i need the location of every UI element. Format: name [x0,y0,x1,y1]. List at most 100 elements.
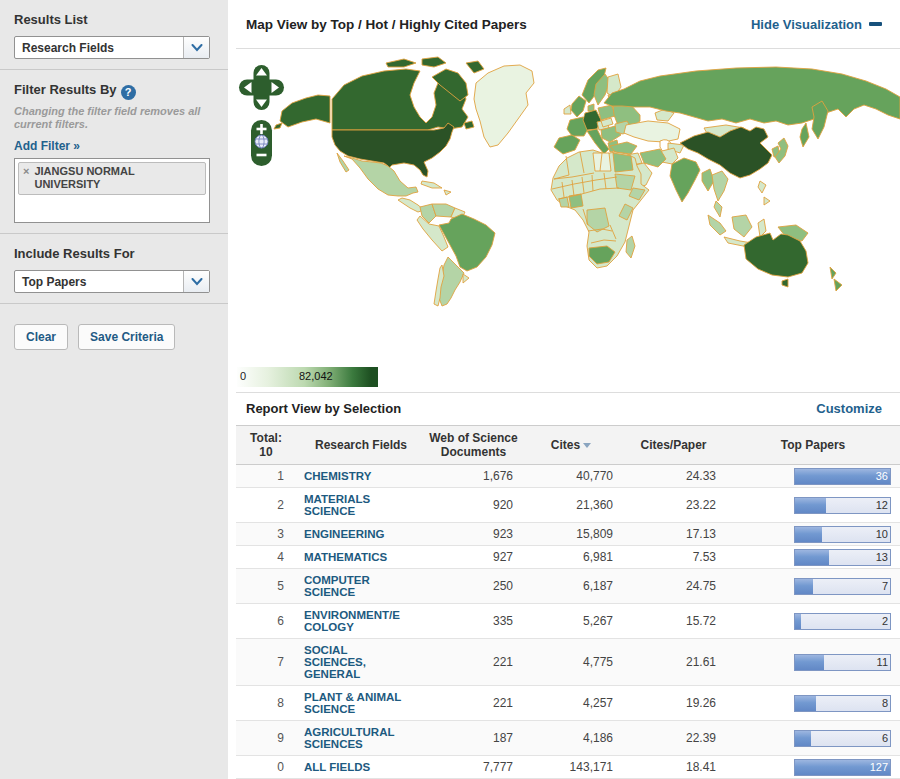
cites-cell: 40,770 [521,465,621,488]
field-link[interactable]: ENGINEERING [304,528,422,540]
hide-visualization-link[interactable]: Hide Visualization [751,17,882,32]
rank-cell: 7 [236,639,296,686]
field-link[interactable]: CHEMISTRY [304,470,422,482]
field-link[interactable]: MATERIALS SCIENCE [304,493,422,517]
remove-filter-icon[interactable]: × [23,165,29,191]
cites-per-paper-cell: 22.39 [621,721,726,756]
filter-tag-label: JIANGSU NORMAL UNIVERSITY [34,165,200,191]
rank-cell: 6 [236,604,296,639]
col-header-field[interactable]: Research Fields [296,426,426,465]
docs-cell: 920 [426,488,521,523]
top-papers-bar: 36 [794,468,891,485]
top-papers-bar: 6 [794,730,891,747]
rank-cell: 2 [236,488,296,523]
col-header-cpp[interactable]: Cites/Paper [621,426,726,465]
add-filter-link[interactable]: Add Filter » [14,139,80,153]
top-papers-bar: 127 [794,759,891,776]
cites-per-paper-cell: 19.26 [621,686,726,721]
cites-per-paper-cell: 24.75 [621,569,726,604]
filter-by-label: Filter Results By [14,82,117,97]
sidebar: Results List Research Fields Filter Resu… [0,0,228,779]
cites-per-paper-cell: 21.61 [621,639,726,686]
field-link[interactable]: MATHEMATICS [304,551,422,563]
results-list-label: Results List [14,12,214,27]
include-section: Include Results For Top Papers [0,234,228,304]
chevron-down-icon[interactable] [183,271,209,292]
table-row: 2 MATERIALS SCIENCE92021,36023.22 12 [236,488,900,523]
col-header-total: Total:10 [236,426,296,465]
col-header-top[interactable]: Top Papers [726,426,900,465]
results-list-dropdown[interactable]: Research Fields [14,36,210,59]
top-papers-bar: 13 [794,549,891,566]
table-row: 3ENGINEERING92315,80917.1310 [236,523,900,546]
rank-cell: 4 [236,546,296,569]
rank-cell: 0 [236,756,296,779]
cites-cell: 4,257 [521,686,621,721]
cites-cell: 15,809 [521,523,621,546]
world-map[interactable] [236,49,900,364]
report-header: Report View by Selection Customize [236,393,900,425]
table-row: 7SOCIAL SCIENCES, GENERAL2214,77521.6111 [236,639,900,686]
table-row: 6ENVIRONMENT/E COLOGY3355,26715.722 [236,604,900,639]
help-icon[interactable]: ? [121,85,136,100]
top-papers-bar: 12 [794,497,891,514]
filter-section: Filter Results By? Changing the filter f… [0,70,228,234]
field-link[interactable]: ALL FIELDS [304,761,422,773]
rank-cell: 3 [236,523,296,546]
table-row: 8 PLANT & ANIMAL SCIENCE2214,25719.26 8 [236,686,900,721]
page: Results List Research Fields Filter Resu… [0,0,900,779]
col-header-cites[interactable]: Cites [521,426,621,465]
docs-cell: 923 [426,523,521,546]
cites-cell: 21,360 [521,488,621,523]
field-link[interactable]: COMPUTER SCIENCE [304,574,422,598]
legend-max: 82,042 [299,370,333,382]
docs-cell: 335 [426,604,521,639]
customize-link[interactable]: Customize [816,401,882,416]
field-link[interactable]: AGRICULTURAL SCIENCES [304,726,422,750]
clear-button[interactable]: Clear [14,324,68,350]
field-link[interactable]: PLANT & ANIMAL SCIENCE [304,691,422,715]
rank-cell: 8 [236,686,296,721]
rank-cell: 9 [236,721,296,756]
top-papers-bar: 7 [794,578,891,595]
cites-cell: 143,171 [521,756,621,779]
cites-per-paper-cell: 24.33 [621,465,726,488]
cites-cell: 6,187 [521,569,621,604]
cites-cell: 4,775 [521,639,621,686]
top-papers-bar: 11 [794,654,891,671]
save-criteria-button[interactable]: Save Criteria [78,324,175,350]
table-row: 1CHEMISTRY1,67640,77024.3336 [236,465,900,488]
main-panel: Map View by Top / Hot / Highly Cited Pap… [236,0,900,779]
cites-per-paper-cell: 7.53 [621,546,726,569]
legend-min: 0 [240,370,246,382]
filter-tag[interactable]: × JIANGSU NORMAL UNIVERSITY [18,162,206,195]
cites-per-paper-cell: 23.22 [621,488,726,523]
cites-per-paper-cell: 18.41 [621,756,726,779]
map-header: Map View by Top / Hot / Highly Cited Pap… [236,0,900,49]
map-title: Map View by Top / Hot / Highly Cited Pap… [246,17,527,32]
cites-cell: 6,981 [521,546,621,569]
docs-cell: 221 [426,686,521,721]
include-dropdown[interactable]: Top Papers [14,270,210,293]
table-row: 5 COMPUTER SCIENCE2506,18724.75 7 [236,569,900,604]
docs-cell: 187 [426,721,521,756]
chevron-down-icon[interactable] [183,37,209,58]
top-papers-bar: 10 [794,526,891,543]
field-link[interactable]: ENVIRONMENT/E COLOGY [304,609,422,633]
report-table-body: 1CHEMISTRY1,67640,77024.33362MATERIALS S… [236,465,900,779]
actions-section: Clear Save Criteria [0,304,228,350]
filter-box: × JIANGSU NORMAL UNIVERSITY [14,158,210,223]
rank-cell: 5 [236,569,296,604]
docs-cell: 1,676 [426,465,521,488]
docs-cell: 927 [426,546,521,569]
divider [228,0,236,779]
include-label: Include Results For [14,246,214,261]
top-papers-bar: 8 [794,695,891,712]
field-link[interactable]: SOCIAL SCIENCES, GENERAL [304,644,422,680]
docs-cell: 250 [426,569,521,604]
filter-note: Changing the filter field removes all cu… [14,105,214,131]
report-title: Report View by Selection [246,401,401,416]
sort-desc-icon [583,443,591,448]
map-pan-control [239,65,284,110]
col-header-docs[interactable]: Web of Science Documents [426,426,521,465]
